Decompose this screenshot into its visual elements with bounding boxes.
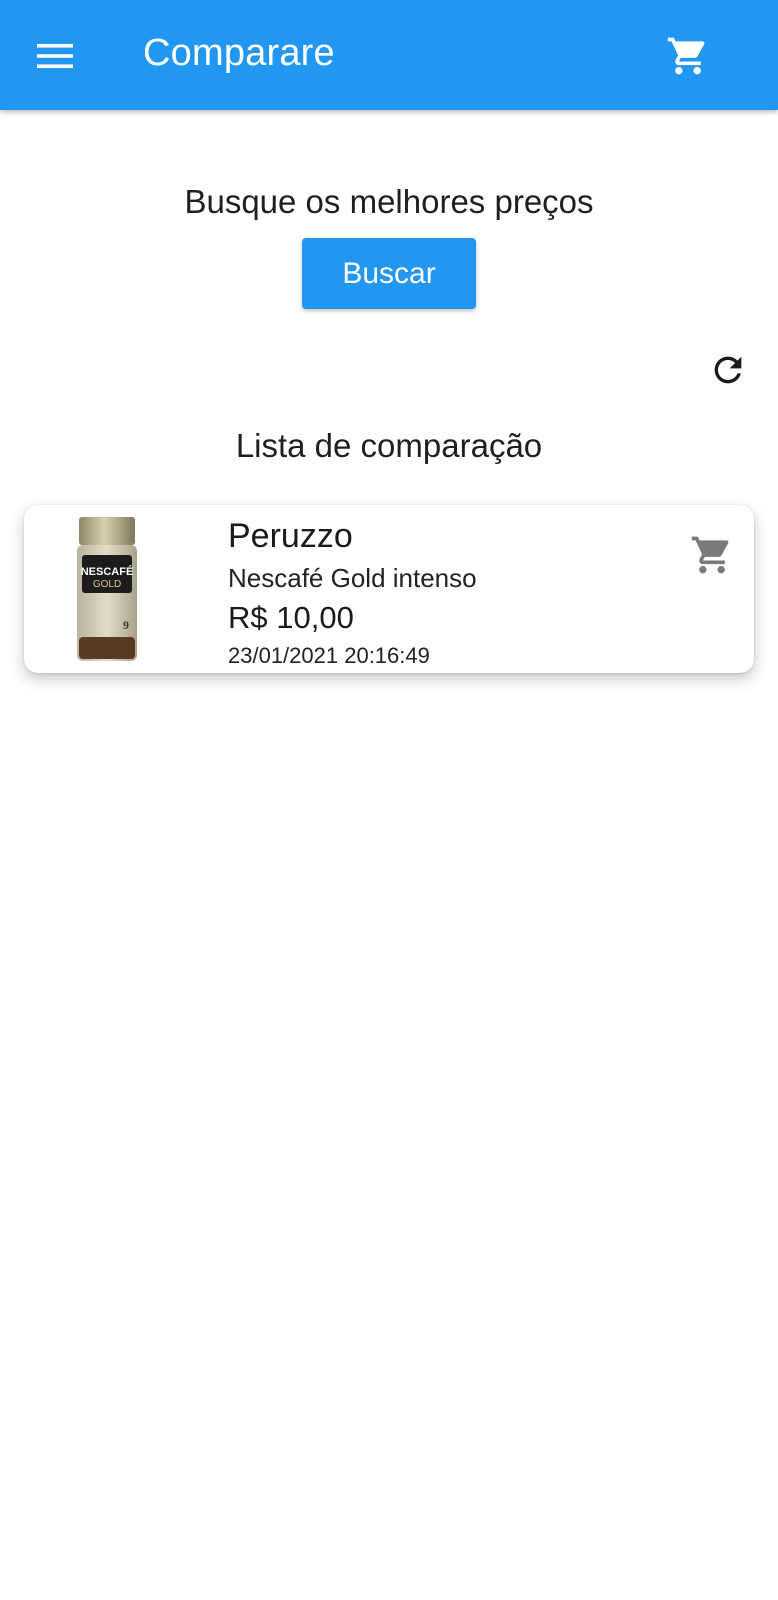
product-image: NESCAFÉ GOLD 9 (77, 517, 137, 661)
product-name: Nescafé Gold intenso (228, 563, 477, 593)
svg-text:GOLD: GOLD (93, 579, 121, 590)
menu-icon (37, 44, 73, 68)
shopping-cart-icon (667, 37, 705, 75)
timestamp: 23/01/2021 20:16:49 (228, 643, 430, 668)
refresh-button[interactable] (704, 346, 752, 394)
menu-button[interactable] (30, 34, 82, 78)
add-to-cart-icon (691, 536, 729, 574)
add-to-cart-button[interactable] (688, 531, 736, 579)
product-price: R$ 10,00 (228, 600, 354, 635)
cart-button[interactable] (660, 28, 716, 84)
comparison-list-item[interactable]: NESCAFÉ GOLD 9 Peruzzo Nescafé Gold inte… (24, 505, 754, 673)
app-bar: Comparare (0, 0, 778, 110)
svg-text:9: 9 (123, 618, 129, 632)
search-button[interactable]: Buscar (302, 238, 476, 309)
refresh-icon (714, 356, 742, 384)
search-heading: Busque os melhores preços (184, 183, 594, 220)
comparison-list-heading: Lista de comparação (235, 427, 543, 464)
store-name: Peruzzo (228, 517, 353, 555)
app-title: Comparare (143, 32, 335, 74)
svg-text:NESCAFÉ: NESCAFÉ (81, 565, 134, 578)
